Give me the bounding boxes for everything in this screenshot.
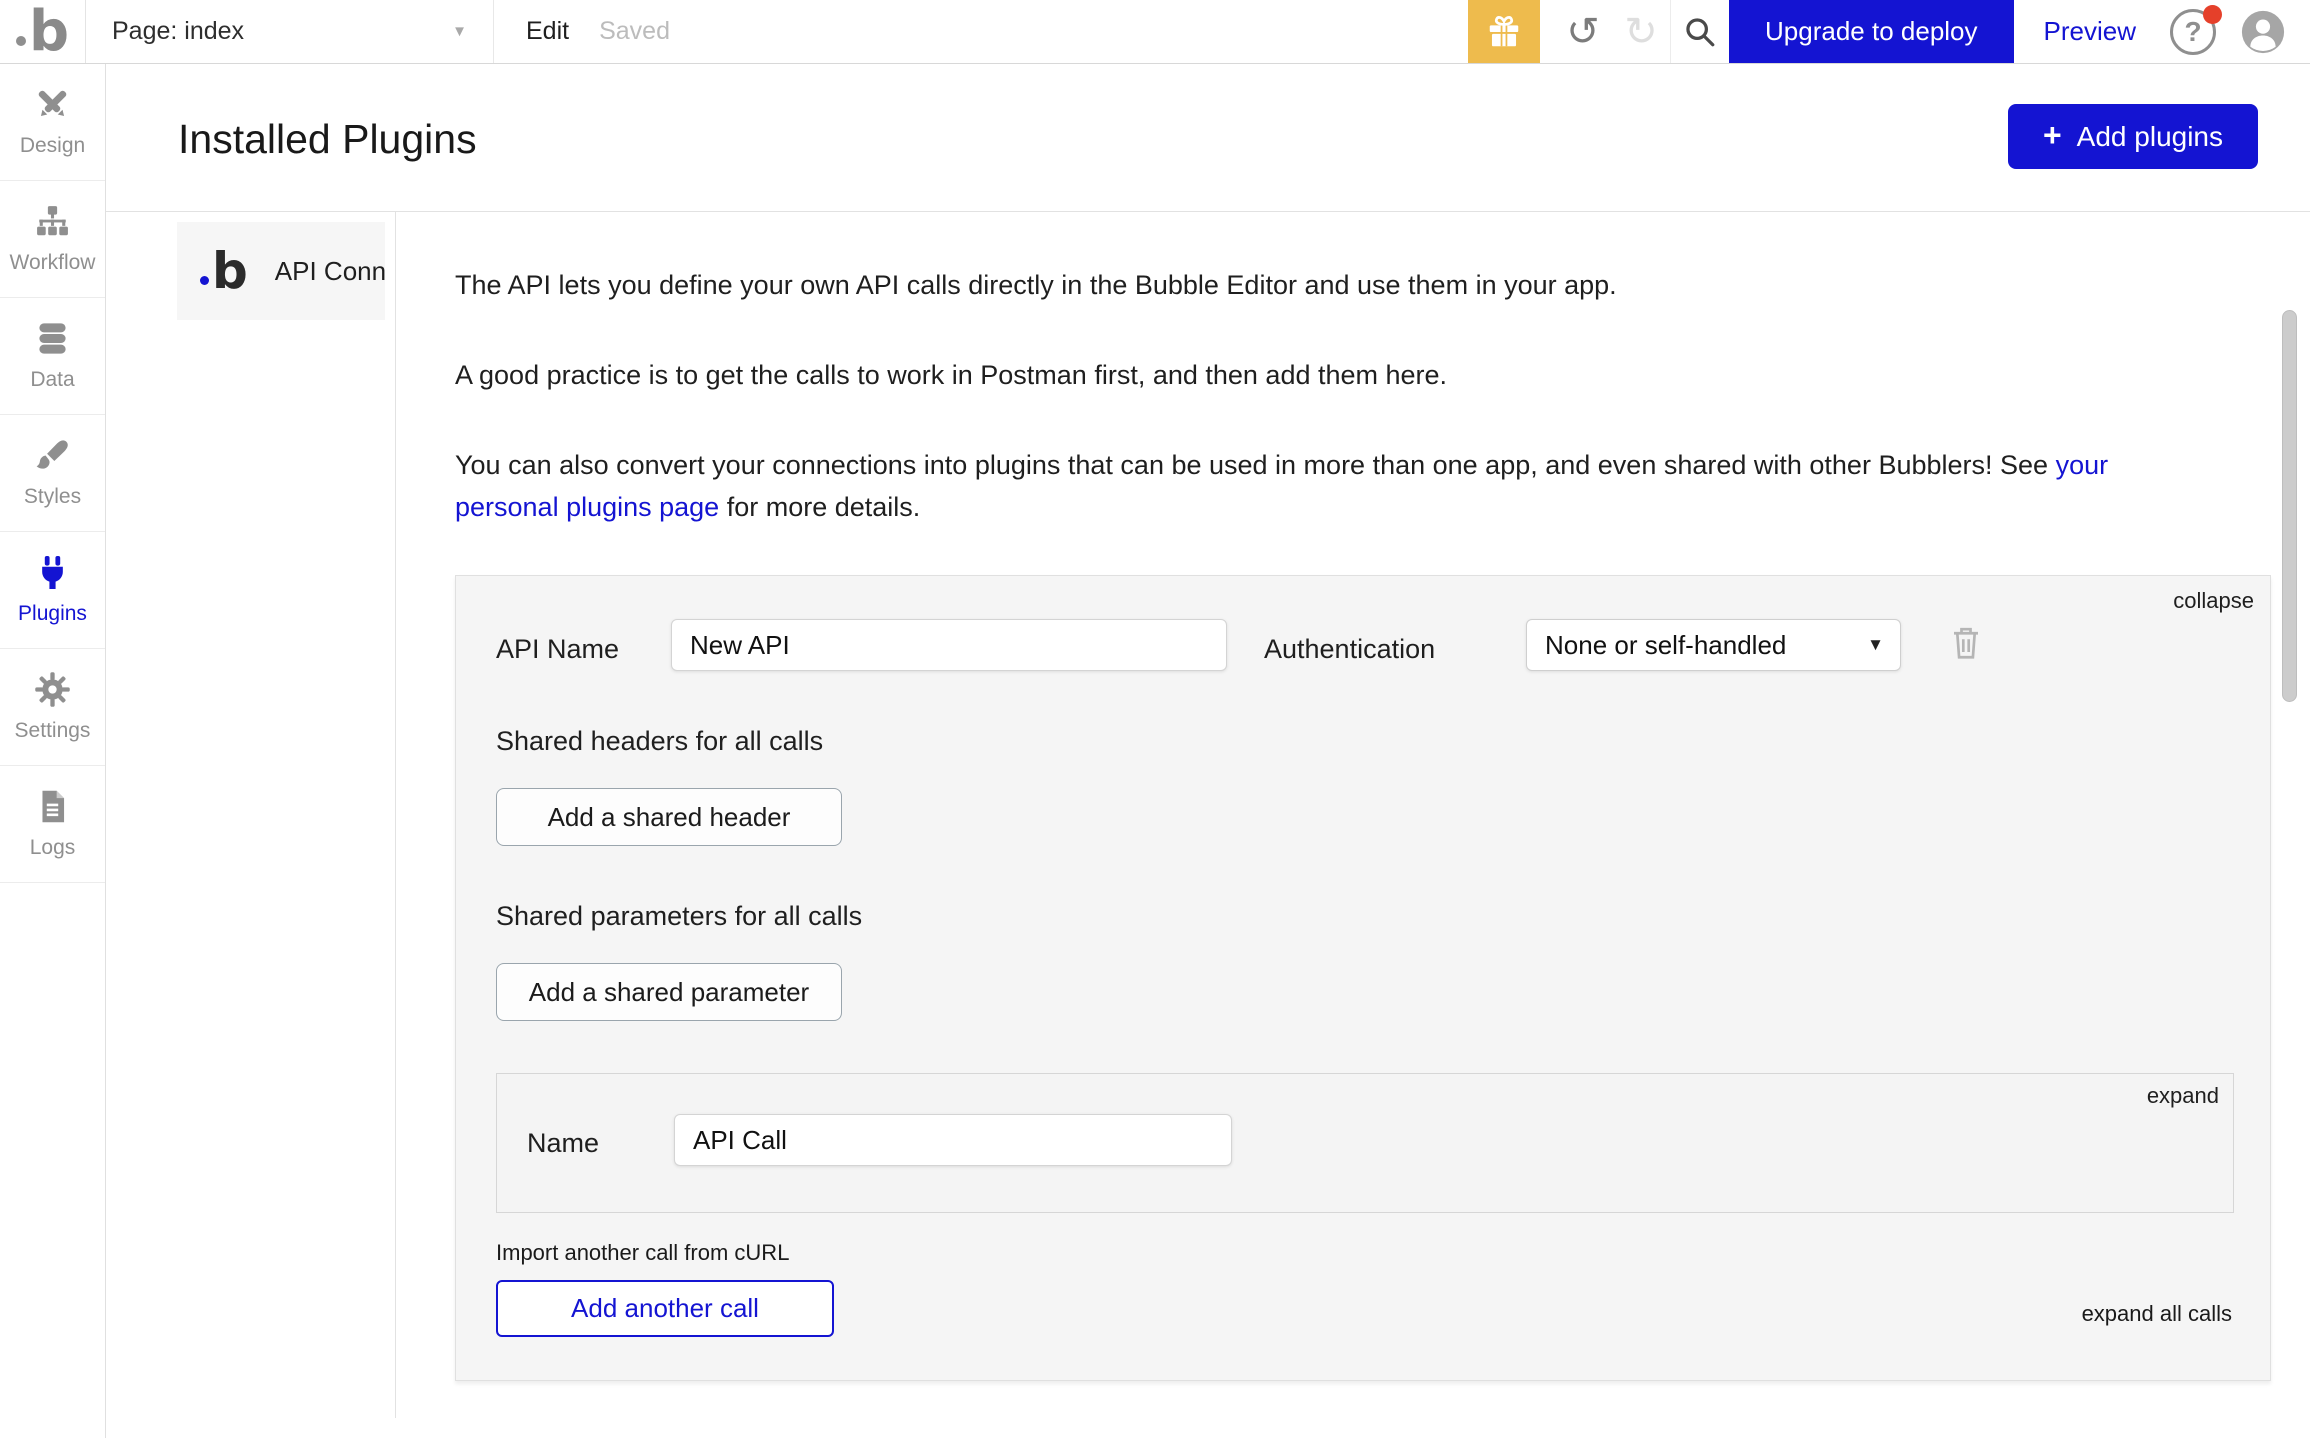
description-paragraph-2: A good practice is to get the calls to w… bbox=[455, 360, 1448, 390]
styles-icon bbox=[36, 440, 68, 469]
description-paragraph-3: You can also convert your connections in… bbox=[455, 450, 2109, 522]
add-plugins-label: Add plugins bbox=[2076, 120, 2224, 152]
design-icon bbox=[38, 90, 67, 117]
add-shared-parameter-button[interactable]: Add a shared parameter bbox=[496, 963, 842, 1021]
search-button[interactable] bbox=[1671, 0, 1729, 63]
import-curl-label[interactable]: Import another call from cURL bbox=[496, 1240, 789, 1266]
sidebar-item-workflow[interactable]: Workflow bbox=[0, 181, 105, 298]
upgrade-to-deploy-button[interactable]: Upgrade to deploy bbox=[1729, 0, 2014, 63]
plugin-detail-pane: The API lets you define your own API cal… bbox=[395, 212, 2310, 1438]
authentication-label: Authentication bbox=[1264, 634, 1436, 664]
sidebar-item-logs[interactable]: Logs bbox=[0, 766, 105, 883]
collapse-link[interactable]: collapse bbox=[2173, 588, 2254, 614]
expand-all-calls-link[interactable]: expand all calls bbox=[2082, 1301, 2232, 1327]
page-title: Installed Plugins bbox=[178, 116, 477, 162]
bubble-logo-glyph: b bbox=[15, 3, 69, 59]
sidebar-item-label: Design bbox=[19, 134, 86, 157]
edit-mode-label[interactable]: Edit bbox=[526, 17, 569, 46]
data-icon bbox=[39, 323, 66, 354]
page-selector-label: Page: index bbox=[112, 17, 245, 45]
expand-call-link[interactable]: expand bbox=[2147, 1083, 2219, 1109]
shared-parameters-label: Shared parameters for all calls bbox=[496, 901, 863, 931]
plugins-icon bbox=[42, 556, 63, 589]
trash-icon bbox=[1954, 627, 1978, 659]
topbar: b Page: index ▼ Edit Saved ↺ ↻ Upgrade t… bbox=[0, 0, 2310, 64]
authentication-dropdown[interactable]: None or self-handled ▼ bbox=[1526, 619, 1901, 671]
plugin-logo: b bbox=[200, 246, 248, 296]
redo-icon: ↻ bbox=[1624, 9, 1658, 54]
workflow-icon bbox=[37, 206, 68, 236]
chevron-down-icon: ▼ bbox=[452, 23, 467, 40]
undo-button[interactable]: ↺ bbox=[1554, 0, 1612, 63]
sidebar-item-label: Logs bbox=[29, 836, 76, 859]
add-shared-header-button[interactable]: Add a shared header bbox=[496, 788, 842, 846]
save-status: Saved bbox=[599, 17, 670, 45]
gift-button[interactable] bbox=[1468, 0, 1541, 63]
account-menu[interactable] bbox=[2240, 9, 2286, 55]
add-plugins-button[interactable]: + Add plugins bbox=[2008, 104, 2258, 169]
call-name-input[interactable] bbox=[674, 1114, 1232, 1166]
add-another-call-button[interactable]: Add another call bbox=[496, 1280, 834, 1337]
notification-dot bbox=[2203, 4, 2222, 24]
logs-icon bbox=[42, 790, 65, 823]
sidebar-item-plugins[interactable]: Plugins bbox=[0, 532, 105, 649]
api-connection-panel: collapse API Name Authentication None or… bbox=[455, 575, 2271, 1381]
delete-api-button[interactable] bbox=[1948, 622, 1984, 669]
bubble-editor: b Page: index ▼ Edit Saved ↺ ↻ Upgrade t… bbox=[0, 0, 2310, 1438]
settings-icon bbox=[35, 672, 70, 707]
topbar-actions: ↺ ↻ Upgrade to deploy Preview ? bbox=[1468, 0, 2310, 63]
gift-icon bbox=[1489, 15, 1519, 46]
plugin-list-item-api-connector[interactable]: b API Connector bbox=[177, 222, 385, 320]
plugin-name: API Connector bbox=[274, 255, 385, 286]
avatar bbox=[2241, 10, 2285, 53]
call-name-label: Name bbox=[527, 1128, 600, 1158]
sidebar-item-styles[interactable]: Styles bbox=[0, 415, 105, 532]
sidebar-item-label: Workflow bbox=[9, 251, 96, 274]
sidebar-item-label: Data bbox=[30, 368, 75, 391]
sidebar-item-label: Styles bbox=[23, 485, 82, 508]
undo-icon: ↺ bbox=[1566, 9, 1600, 54]
search-icon bbox=[1686, 17, 1715, 46]
preview-link[interactable]: Preview bbox=[2044, 16, 2136, 47]
help-button[interactable]: ? bbox=[2170, 4, 2222, 55]
sidebar-item-settings[interactable]: Settings bbox=[0, 649, 105, 766]
logo-dot-icon bbox=[15, 36, 26, 47]
sidebar-item-label: Plugins bbox=[18, 602, 87, 625]
plus-icon: + bbox=[2042, 117, 2062, 153]
chevron-down-icon: ▼ bbox=[1867, 635, 1884, 654]
description-paragraph-1: The API lets you define your own API cal… bbox=[455, 270, 1617, 300]
plugin-logo-dot-icon bbox=[200, 275, 209, 285]
sidebar-item-design[interactable]: Design bbox=[0, 64, 105, 181]
help-icon: ? bbox=[2184, 15, 2202, 47]
page-selector-dropdown[interactable]: Page: index ▼ bbox=[86, 0, 494, 63]
api-name-input[interactable] bbox=[671, 619, 1227, 671]
sidebar: Design Workflow Data Styles Plugins Sett… bbox=[0, 64, 106, 1438]
shared-headers-label: Shared headers for all calls bbox=[496, 726, 824, 756]
bubble-logo[interactable]: b bbox=[0, 0, 86, 63]
sidebar-item-label: Settings bbox=[14, 719, 91, 742]
scrollbar[interactable] bbox=[2282, 310, 2297, 702]
api-call-card: expand Name bbox=[496, 1073, 2234, 1213]
api-name-label: API Name bbox=[496, 634, 620, 664]
sidebar-item-data[interactable]: Data bbox=[0, 298, 105, 415]
authentication-value: None or self-handled bbox=[1545, 629, 1787, 660]
redo-button[interactable]: ↻ bbox=[1612, 0, 1670, 63]
